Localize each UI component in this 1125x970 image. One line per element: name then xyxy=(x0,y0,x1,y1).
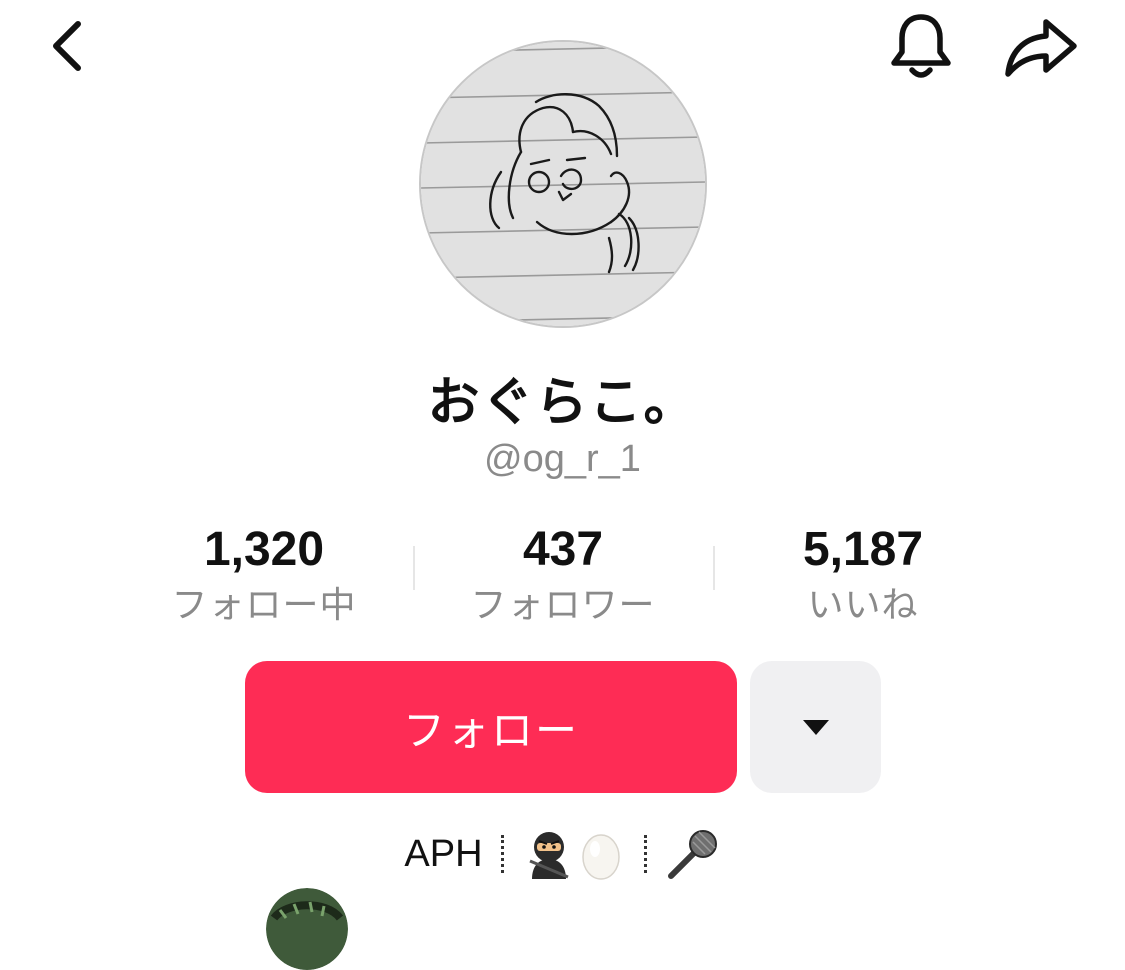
stat-value: 1,320 xyxy=(203,523,325,576)
highlight-thumbnail[interactable] xyxy=(266,888,348,970)
egg-emoji xyxy=(576,827,626,881)
profile-avatar[interactable] xyxy=(419,40,707,328)
share-arrow-icon xyxy=(1005,19,1077,77)
hand-drawn-face-avatar xyxy=(421,42,705,326)
stat-label: フォロワー xyxy=(470,585,656,626)
stat-likes[interactable]: 5,187 いいね xyxy=(713,520,1013,632)
share-button[interactable] xyxy=(1002,12,1080,84)
back-button[interactable] xyxy=(36,14,100,78)
caret-down-icon xyxy=(802,720,829,735)
microphone-emoji xyxy=(665,826,721,882)
follow-button[interactable]: フォロー xyxy=(245,661,737,793)
bio: APH xyxy=(0,826,1125,882)
chevron-left-icon xyxy=(53,21,81,71)
bell-icon xyxy=(891,14,951,78)
stat-label: いいね xyxy=(807,585,919,626)
stat-followers[interactable]: 437 フォロワー xyxy=(413,520,713,632)
notification-bell-button[interactable] xyxy=(884,10,958,84)
stat-value: 437 xyxy=(522,523,604,576)
username: @og_r_1 xyxy=(484,438,641,480)
stat-following[interactable]: 1,320 フォロー中 xyxy=(114,520,414,632)
ninja-emoji xyxy=(522,827,576,881)
thumbnail-image xyxy=(266,888,348,970)
stat-label: フォロー中 xyxy=(171,585,357,626)
stat-value: 5,187 xyxy=(802,523,924,576)
display-name: おぐらこ。 xyxy=(427,373,698,433)
bio-separator xyxy=(643,835,647,873)
bio-separator xyxy=(500,835,504,873)
more-options-button[interactable] xyxy=(750,661,881,793)
bio-text: APH xyxy=(404,833,483,875)
